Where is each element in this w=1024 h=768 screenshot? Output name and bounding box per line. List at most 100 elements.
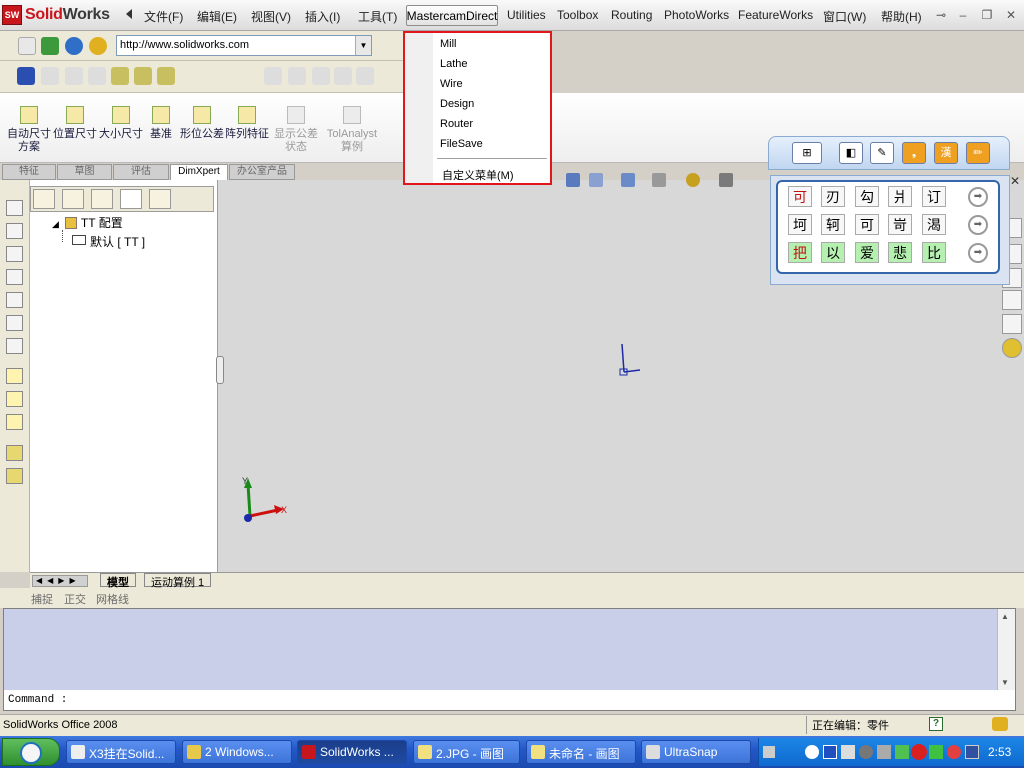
curve-icon[interactable] [264,67,282,85]
view-back-icon[interactable] [6,223,23,239]
menu-view[interactable]: 视图(V) [251,8,291,25]
candidate-row-3-next-icon[interactable]: ➡ [968,243,988,263]
menu-item-lathe[interactable]: Lathe [440,58,468,70]
appearance-icon[interactable] [686,173,700,187]
feature-tree-tab-icon[interactable] [33,189,55,209]
menu-insert[interactable]: 插入(I) [305,8,340,25]
tray-app-2-icon[interactable] [823,745,837,759]
sketch-icon[interactable] [6,368,23,384]
candidate-1-2[interactable]: 刃 [821,186,845,207]
keyboard-tray-icon[interactable] [763,746,775,758]
display-style-icon[interactable] [621,173,635,187]
candidate-row-1-next-icon[interactable]: ➡ [968,187,988,207]
view-left-icon[interactable] [6,246,23,262]
pattern-feature-button[interactable]: 阵列特征 [225,104,269,141]
tree-expand-icon[interactable]: ◢ [52,219,59,229]
tab-features[interactable]: 特征 [2,164,56,180]
link-icon[interactable] [41,67,59,85]
tray-network-icon[interactable] [965,745,979,759]
candidate-3-5[interactable]: 比 [922,242,946,263]
menu-photoworks[interactable]: PhotoWorks [664,8,729,22]
spiral-icon[interactable] [334,67,352,85]
smart-dimension-icon[interactable] [6,391,23,407]
datum-button[interactable]: 基准 [139,104,183,141]
layer-2-icon[interactable] [6,468,23,484]
panel-collapse-handle[interactable] [216,356,224,384]
restore-icon[interactable]: ❐ [980,8,994,22]
pin-icon[interactable]: ⊸ [934,8,948,22]
tray-app-5-icon[interactable] [877,745,891,759]
candidate-2-5[interactable]: 渴 [922,214,946,235]
layer-icon[interactable] [6,445,23,461]
task-windows[interactable]: 2 Windows... [182,740,292,764]
tag-icon[interactable] [992,717,1008,731]
ime-mode-button[interactable]: ⊞ [792,142,822,164]
task-x3[interactable]: X3挂在Solid... [66,740,176,764]
help-question-icon[interactable]: ? [929,717,943,731]
candidate-2-3[interactable]: 可 [855,214,879,235]
ime-shape-button[interactable]: ✎ [870,142,894,164]
tool-icon[interactable] [88,67,106,85]
candidate-1-4[interactable]: 爿 [888,186,912,207]
menu-routing[interactable]: Routing [611,8,652,22]
view-top-icon[interactable] [6,292,23,308]
candidate-2-2[interactable]: 轲 [821,214,845,235]
tray-app-3-icon[interactable] [841,745,855,759]
candidate-row-2-next-icon[interactable]: ➡ [968,215,988,235]
display-tab-icon[interactable] [149,189,171,209]
candidate-3-1[interactable]: 把 [788,242,812,263]
menu-mastercamdirect[interactable]: MastercamDirect [406,5,498,26]
scroll-up-icon[interactable]: ▲ [1001,612,1009,621]
show-tolerance-status-button[interactable]: 显示公差状态 [274,104,318,154]
menu-item-customize[interactable]: 自定义菜单(M) [442,167,514,183]
tree-config-default[interactable]: 默认 [ TT ] [90,233,145,250]
tab-model[interactable]: 模型 [100,573,136,589]
relations-icon[interactable] [6,414,23,430]
url-input[interactable]: http://www.solidworks.com ▼ [116,35,372,56]
menu-toolbox[interactable]: Toolbox [557,8,598,22]
snap-toggle[interactable]: 捕捉 [31,591,53,607]
view-front-icon[interactable] [6,200,23,216]
menu-item-mill[interactable]: Mill [440,38,457,50]
menu-file[interactable]: 文件(F) [144,8,183,25]
tray-antivirus-icon[interactable] [911,744,927,760]
task-paint-jpg[interactable]: 2.JPG - 画图 [413,740,520,764]
tree-config-root[interactable]: ◢ TT 配置 [52,214,123,231]
candidate-3-3[interactable]: 爱 [855,242,879,263]
solidworks-logo[interactable]: SW SolidWorks [2,4,110,26]
scroll-down-icon[interactable]: ▼ [1001,678,1009,687]
ortho-toggle[interactable]: 正交 [64,591,86,607]
auto-dimension-button[interactable]: 自动尺寸方案 [7,104,51,154]
tab-sketch[interactable]: 草图 [57,164,112,180]
menu-help[interactable]: 帮助(H) [881,8,922,25]
3d-view-icon[interactable] [17,67,35,85]
candidate-1-1[interactable]: 可 [788,186,812,207]
right-tool-5-icon[interactable] [1002,314,1022,334]
right-tool-4-icon[interactable] [1002,290,1022,310]
tray-app-1-icon[interactable] [805,745,819,759]
view-right-icon[interactable] [6,269,23,285]
menu-edit[interactable]: 编辑(E) [197,8,237,25]
menu-item-router[interactable]: Router [440,118,473,130]
tab-evaluate[interactable]: 评估 [113,164,169,180]
candidate-2-1[interactable]: 坷 [788,214,812,235]
web-folder-icon[interactable] [89,37,107,55]
tray-security-icon[interactable] [929,745,943,759]
layout-icon[interactable] [134,67,152,85]
box-icon[interactable] [65,67,83,85]
view-orientation-icon[interactable] [589,173,603,187]
tray-app-6-icon[interactable] [895,745,909,759]
ime-close-icon[interactable]: ✕ [1010,174,1020,188]
tab-scroll-arrows-icon[interactable]: ◀◀▶▶ [32,575,88,587]
home-icon[interactable] [65,37,83,55]
task-ultrasnap[interactable]: UltraSnap [641,740,751,764]
appearance-ball-icon[interactable] [1002,338,1022,358]
menu-collapse-arrow-icon[interactable] [126,9,132,19]
ime-chinese-button[interactable]: 漢 [934,142,958,164]
start-button[interactable] [2,738,60,766]
ime-pen-button[interactable]: ✏ [966,142,990,164]
property-tab-icon[interactable] [62,189,84,209]
section-view-icon[interactable] [566,173,580,187]
tab-motion-study[interactable]: 运动算例 1 [144,573,212,589]
menu-tools[interactable]: 工具(T) [358,8,397,25]
